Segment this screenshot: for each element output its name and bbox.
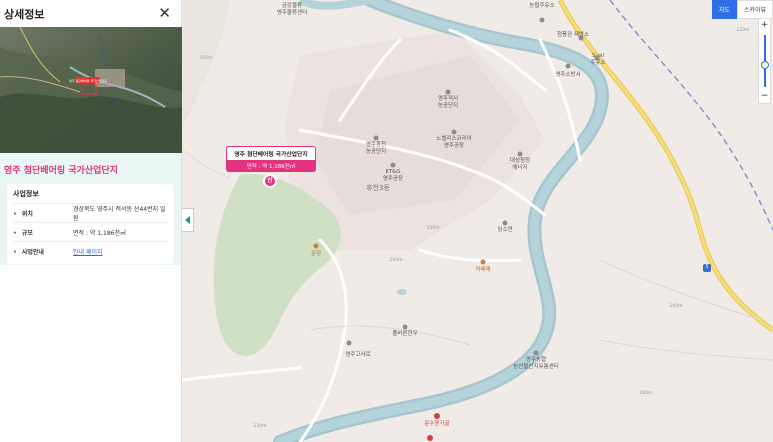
info-row-scale: 규모 면적 : 약 1,186천㎡ xyxy=(13,222,168,241)
map-label[interactable]: 청풍관 제방소 xyxy=(557,32,589,39)
contour-label: 200m xyxy=(199,56,213,61)
map-label[interactable]: 대성청정 에너지 xyxy=(510,158,530,172)
zoom-control[interactable]: + − xyxy=(758,18,771,104)
map-type-control: 지도 스카이뷰 xyxy=(711,0,773,19)
guide-page-link[interactable]: 안내 페이지 xyxy=(73,249,103,256)
close-button[interactable]: ✕ xyxy=(158,6,171,21)
map-label[interactable]: 영주소방서 xyxy=(555,72,580,79)
zoom-out-button[interactable]: − xyxy=(759,91,770,101)
aerial-thumbnail[interactable]: 영주 첨단베어링 국가산업단지 xyxy=(0,27,182,153)
map-callout[interactable]: 영주 첨단베어링 국가산업단지 면적 : 약 1,186천㎡ xyxy=(226,146,316,172)
map-label[interactable]: S-oil 주유소 xyxy=(590,53,605,67)
panel-title: 상세정보 xyxy=(4,7,45,21)
map-label[interactable]: 농협주유소 xyxy=(529,3,554,10)
contour-label: 130m xyxy=(253,424,267,429)
map-label[interactable]: 노벨리스코리아 영주공장 xyxy=(436,136,471,150)
row-key: 사업안내 xyxy=(13,247,73,256)
contour-label: 220m xyxy=(736,28,750,33)
map-label[interactable]: 영주고사로 xyxy=(345,352,370,359)
zoom-handle[interactable] xyxy=(761,61,769,69)
map-label[interactable]: 졸바른한우 xyxy=(392,331,417,338)
row-key: 규모 xyxy=(13,228,73,237)
row-value: 경상북도 영주시 적서동 산44번지 일원 xyxy=(73,206,166,222)
map-label[interactable]: 문수윤가골 xyxy=(424,421,449,428)
panel-header: 상세정보 ✕ xyxy=(0,0,181,27)
info-row-location: 위치 경상북도 영주시 적서동 산44번지 일원 xyxy=(13,203,168,222)
map-label[interactable]: 영주적서 농공단지 xyxy=(438,96,458,110)
info-card: 사업정보 위치 경상북도 영주시 적서동 산44번지 일원 규모 면적 : 약 … xyxy=(7,184,174,264)
map-label[interactable]: 영주휴천 농공단지 xyxy=(366,142,386,156)
map-type-button[interactable]: 지도 xyxy=(711,0,737,19)
map-label[interactable]: 금강물류 영주물류센터 xyxy=(277,3,307,17)
detail-panel: 상세정보 ✕ 영주 첨단베어링 국가산업단지 영주 첨단베어링 국가산업단지 사… xyxy=(0,0,182,442)
map-label: 휴천3동 xyxy=(366,184,390,192)
info-row-guide: 사업안내 안내 페이지 xyxy=(13,241,168,260)
map-label[interactable]: 임소연 xyxy=(497,227,512,234)
row-value: 면적 : 약 1,186천㎡ xyxy=(73,229,127,237)
contour-label: 200m xyxy=(389,258,403,263)
map-label[interactable]: 약배재 xyxy=(475,267,490,274)
info-area: 영주 첨단베어링 국가산업단지 사업정보 위치 경상북도 영주시 적서동 산44… xyxy=(0,153,181,265)
callout-area: 면적 : 약 1,186천㎡ xyxy=(226,160,316,172)
panel-toggle-button[interactable] xyxy=(182,208,194,232)
location-marker-icon[interactable]: 산 xyxy=(263,174,277,188)
chevron-left-icon xyxy=(185,216,190,224)
row-key: 위치 xyxy=(13,209,73,218)
contour-label: 150m xyxy=(426,226,440,231)
thumbnail-label: 영주 첨단베어링 국가산업단지 xyxy=(69,78,107,83)
skyview-button[interactable]: 스카이뷰 xyxy=(736,0,773,19)
contour-label: 160m xyxy=(669,304,683,309)
road-number-badge: 5 xyxy=(705,264,709,270)
callout-title: 영주 첨단베어링 국가산업단지 xyxy=(226,146,316,160)
map-label[interactable]: 영주농협 농산물산지유통센터 xyxy=(513,357,559,371)
zoom-in-button[interactable]: + xyxy=(759,20,770,30)
project-name: 영주 첨단베어링 국가산업단지 xyxy=(4,166,118,176)
section-title: 사업정보 xyxy=(13,190,39,198)
map-label[interactable]: KT&G 영주공장 xyxy=(383,169,403,183)
contour-label: 200m xyxy=(639,391,653,396)
map-label[interactable]: 문정 xyxy=(311,251,321,258)
